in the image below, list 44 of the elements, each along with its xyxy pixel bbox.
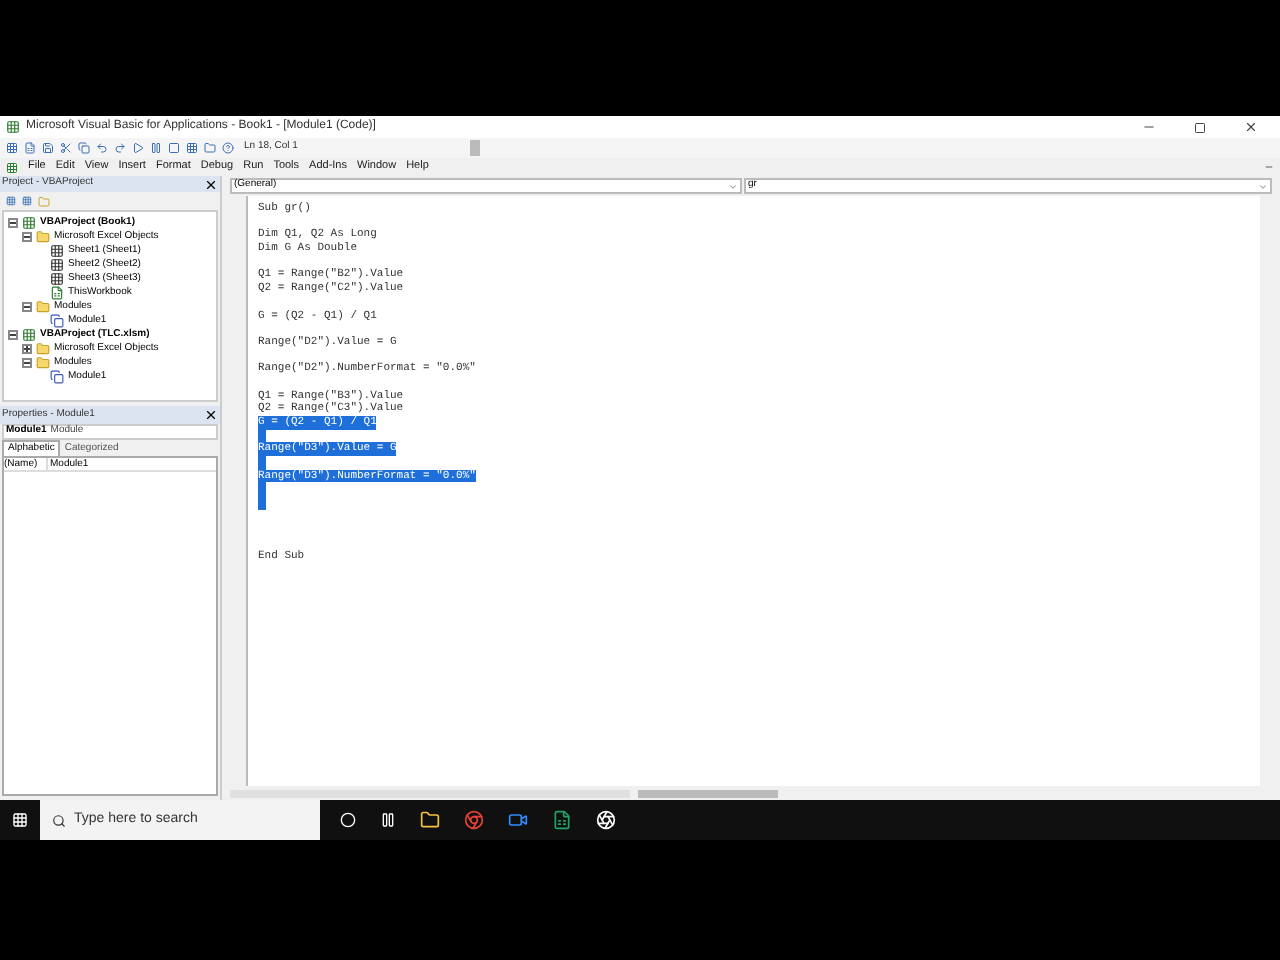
maximize-button[interactable]	[1194, 121, 1206, 133]
toolbar-icon[interactable]	[60, 142, 72, 154]
video-call-icon[interactable]	[508, 810, 528, 830]
view-object-icon[interactable]	[22, 196, 32, 206]
workbook-icon	[50, 286, 64, 300]
menu-app-icon	[6, 161, 18, 173]
minimize-button[interactable]	[1142, 120, 1156, 134]
browser-icon[interactable]	[464, 810, 484, 830]
toolbar-icon[interactable]	[204, 142, 216, 154]
toolbar-icon[interactable]	[78, 142, 90, 154]
expander-toggle[interactable]	[8, 218, 18, 228]
aperture-icon[interactable]	[596, 810, 616, 830]
view-code-icon[interactable]	[6, 196, 16, 206]
timeline-icon[interactable]	[380, 812, 396, 828]
toolbar-icon[interactable]	[42, 142, 54, 154]
toggle-folders-icon[interactable]	[38, 195, 50, 207]
project-icon	[22, 328, 36, 342]
toolbar-icon[interactable]	[6, 142, 18, 154]
close-button[interactable]	[1244, 120, 1258, 134]
toolbar-icon[interactable]	[222, 142, 234, 154]
toolbar-scroll-handle[interactable]	[469, 140, 480, 156]
expander-toggle[interactable]	[22, 358, 32, 368]
app-icon	[6, 120, 20, 134]
project-icon	[22, 216, 36, 230]
expander-toggle[interactable]	[22, 302, 32, 312]
spreadsheet-icon[interactable]	[552, 810, 572, 830]
module-icon	[50, 370, 64, 384]
module-icon	[50, 314, 64, 328]
toolbar-icon[interactable]	[114, 142, 126, 154]
folder-icon	[36, 230, 50, 244]
file-explorer-icon[interactable]	[420, 810, 440, 830]
close-icon[interactable]	[204, 177, 218, 191]
expander-toggle[interactable]	[22, 344, 32, 354]
folder-icon	[36, 300, 50, 314]
toolbar-icon[interactable]	[24, 142, 36, 154]
task-view-icon[interactable]	[340, 812, 356, 828]
toolbar-icon[interactable]	[96, 142, 108, 154]
toolbar-icon[interactable]	[186, 142, 198, 154]
search-icon	[52, 813, 66, 827]
scrollbar-thumb[interactable]	[638, 789, 778, 797]
expander-toggle[interactable]	[8, 330, 18, 340]
window-controls-icon	[1264, 162, 1274, 172]
expander-toggle[interactable]	[22, 232, 32, 242]
close-icon[interactable]	[204, 408, 218, 422]
